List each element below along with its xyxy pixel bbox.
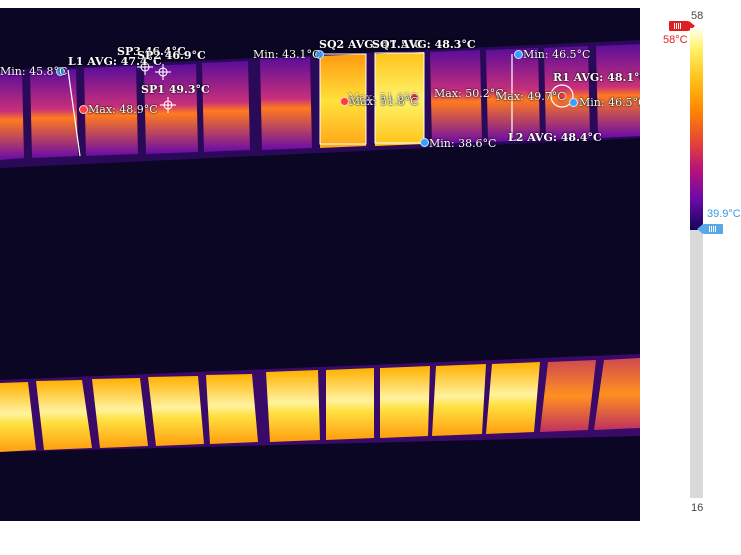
- l2-min-marker: [514, 50, 523, 59]
- sq2-min-label: Min: 43.1°C: [253, 48, 321, 61]
- r1-min-marker: [569, 98, 578, 107]
- sq1-max-label: Max: 50.2°C: [434, 87, 504, 100]
- color-scale-gradient: [690, 28, 703, 230]
- sq1-max-inner-label: Max: 51.6°C: [348, 91, 418, 104]
- thermal-image[interactable]: Min: 45.8°C L1 AVG: 47.4°C Max: 48.9°C S…: [0, 8, 640, 521]
- thermal-image-canvas: [0, 40, 640, 452]
- sq1-avg-label: SQ1 AVG: 48.3°C: [372, 38, 476, 51]
- l2-min-label: Min: 46.5°C: [523, 48, 591, 61]
- l1-max-label: Max: 48.9°C: [88, 103, 158, 116]
- low-threshold-label: 39.9°C: [707, 208, 741, 220]
- sp1-label: SP1 49.3°C: [141, 83, 210, 96]
- low-threshold-handle[interactable]: [697, 224, 723, 234]
- r1-avg-label: R1 AVG: 48.1°C: [553, 71, 640, 84]
- color-scale-inactive: [690, 230, 703, 498]
- high-threshold-handle[interactable]: [669, 21, 695, 31]
- l1-min-label: Min: 45.8°C: [0, 65, 68, 78]
- color-scale-bar: [690, 28, 703, 498]
- scale-min-value: 16: [691, 502, 704, 514]
- l2-avg-label: L2 AVG: 48.4°C: [508, 131, 602, 144]
- l1-max-marker: [79, 105, 88, 114]
- sq1-min-label: Min: 38.6°C: [429, 137, 497, 150]
- l2-max-label: Max: 49.7°C: [496, 90, 566, 103]
- sp2-label: SP2 46.9°C: [137, 49, 206, 62]
- r1-min-label: Min: 46.5°C: [579, 96, 640, 109]
- sq1-min-marker: [420, 138, 429, 147]
- high-threshold-label: 58°C: [663, 34, 688, 46]
